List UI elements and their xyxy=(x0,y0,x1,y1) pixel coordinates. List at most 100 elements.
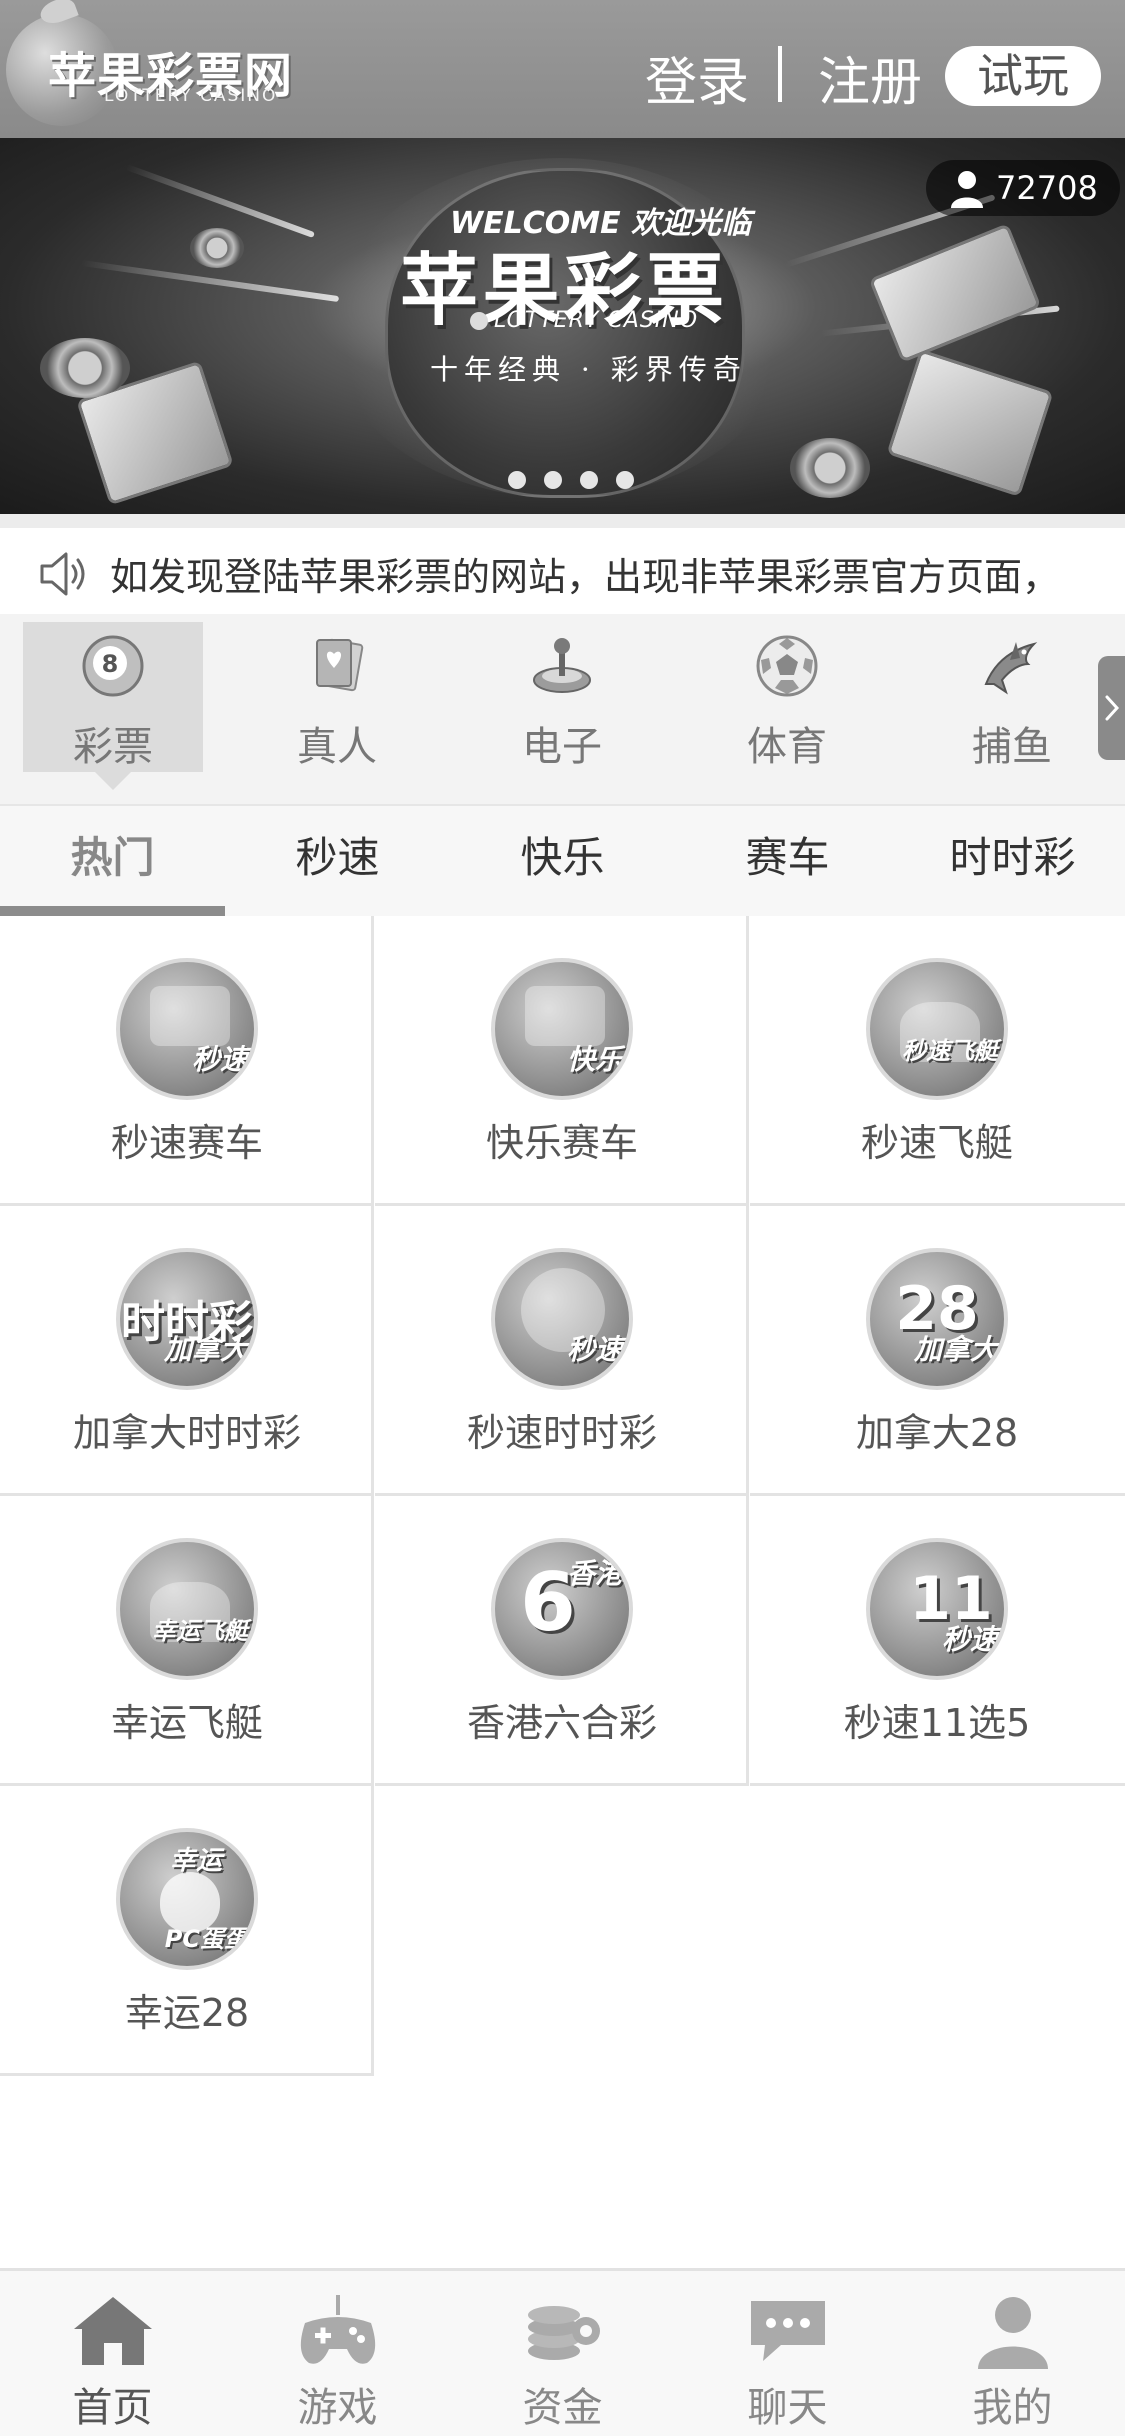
game-icon-tag: 加拿大 xyxy=(913,1333,998,1366)
game-item-happy-racing[interactable]: 快乐 快乐赛车 xyxy=(375,916,749,1206)
login-button[interactable]: 登录 xyxy=(645,40,749,115)
svg-text:8: 8 xyxy=(102,650,119,678)
casino-chip-image xyxy=(190,228,244,268)
game-icon-tag: PC蛋蛋 xyxy=(164,1925,248,1953)
game-item-fast-11x5[interactable]: 11 秒速 秒速11选5 xyxy=(750,1496,1125,1786)
gamepad-icon xyxy=(300,2295,376,2364)
category-label: 彩票 xyxy=(73,724,153,770)
category-label: 捕鱼 xyxy=(972,724,1052,770)
category-label: 真人 xyxy=(297,724,377,770)
banner-subtitle-text: LOTTERY CASINO xyxy=(494,308,699,333)
nav-funds[interactable]: 资金 xyxy=(450,2271,675,2436)
category-lottery[interactable]: 8 彩票 xyxy=(23,622,203,790)
carousel-dot[interactable] xyxy=(616,471,634,489)
trial-button[interactable]: 试玩 xyxy=(945,46,1101,106)
game-label: 香港六合彩 xyxy=(466,1701,657,1745)
game-icon-tag: 秒速 xyxy=(941,1623,998,1656)
chevron-right-icon xyxy=(1105,695,1120,721)
race-car-icon: 快乐 xyxy=(491,958,633,1100)
nav-games[interactable]: 游戏 xyxy=(225,2271,450,2436)
game-icon-tag: 秒速飞艇 xyxy=(902,1037,998,1065)
game-tabs: 热门 秒速 快乐 赛车 时时彩 xyxy=(0,804,1125,916)
checkered-flag-shape xyxy=(150,986,230,1046)
category-bar: 8 彩票 真人 电子 体育 捕鱼 xyxy=(0,614,1125,804)
nav-chat[interactable]: 聊天 xyxy=(675,2271,900,2436)
home-icon xyxy=(74,2297,152,2365)
game-item-lucky-28[interactable]: 幸运 PC蛋蛋 幸运28 xyxy=(0,1786,374,2076)
active-tab-indicator xyxy=(0,906,225,916)
nav-label: 游戏 xyxy=(297,2385,378,2431)
game-item-canada-28[interactable]: 28 加拿大 加拿大28 xyxy=(750,1206,1125,1496)
category-sports[interactable]: 体育 xyxy=(697,622,877,772)
stopwatch-icon: 秒速 xyxy=(491,1248,633,1390)
chat-icon xyxy=(751,2301,825,2361)
lottery-ball-icon: 8 xyxy=(82,635,144,697)
online-count: 72708 xyxy=(996,169,1098,207)
game-label: 秒速时时彩 xyxy=(466,1411,657,1455)
header-divider xyxy=(778,46,782,102)
coins-icon xyxy=(528,2306,600,2360)
game-item-fast-boat[interactable]: 秒速飞艇 秒速飞艇 xyxy=(750,916,1125,1206)
category-electronic[interactable]: 电子 xyxy=(472,622,652,772)
jet-ski-icon: 幸运飞艇 xyxy=(116,1538,258,1680)
category-live[interactable]: 真人 xyxy=(247,622,427,772)
carousel-dot[interactable] xyxy=(544,471,562,489)
carousel-dot[interactable] xyxy=(508,471,526,489)
tab-ssc[interactable]: 时时彩 xyxy=(900,806,1125,918)
carousel-dot[interactable] xyxy=(580,471,598,489)
game-label: 加拿大时时彩 xyxy=(72,1411,301,1455)
nav-label: 资金 xyxy=(522,2385,603,2431)
logo-dot-icon xyxy=(470,312,488,330)
game-label: 秒速11选5 xyxy=(843,1701,1031,1745)
online-count-badge: 72708 xyxy=(926,160,1120,216)
game-icon-tag: 幸运飞艇 xyxy=(152,1617,248,1645)
banner-subtitle: LOTTERY CASINO xyxy=(470,308,698,333)
register-button[interactable]: 注册 xyxy=(818,40,922,115)
game-label: 幸运28 xyxy=(124,1991,250,2035)
ssc-icon: 时时彩 加拿大 xyxy=(116,1248,258,1390)
eleven-five-icon: 11 秒速 xyxy=(866,1538,1008,1680)
tab-hot[interactable]: 热门 xyxy=(0,806,225,918)
category-label: 体育 xyxy=(747,724,827,770)
tab-racing[interactable]: 赛车 xyxy=(675,806,900,918)
user-icon xyxy=(951,171,983,208)
game-label: 秒速赛车 xyxy=(110,1121,263,1165)
casino-chip-image xyxy=(40,338,130,398)
race-car-icon: 秒速 xyxy=(116,958,258,1100)
nav-label: 我的 xyxy=(972,2385,1053,2431)
playing-card-image xyxy=(868,223,1042,363)
category-label: 电子 xyxy=(522,724,602,770)
bottom-nav: 首页 游戏 资金 聊天 我的 xyxy=(0,2268,1125,2436)
category-fishing[interactable]: 捕鱼 xyxy=(922,622,1102,772)
user-icon xyxy=(978,2297,1048,2369)
game-item-lucky-boat[interactable]: 幸运飞艇 幸运飞艇 xyxy=(0,1496,374,1786)
notice-bar[interactable]: 如发现登陆苹果彩票的网站，出现非苹果彩票官方页面， xyxy=(0,514,1125,614)
checkered-flag-shape xyxy=(525,986,605,1046)
playing-cards-icon xyxy=(316,638,364,692)
game-icon-tag: 快乐 xyxy=(566,1043,623,1076)
notice-text: 如发现登陆苹果彩票的网站，出现非苹果彩票官方页面， xyxy=(110,555,1061,599)
tab-happy[interactable]: 快乐 xyxy=(450,806,675,918)
light-streak xyxy=(125,163,315,239)
jet-ski-icon: 秒速飞艇 xyxy=(866,958,1008,1100)
mark-six-icon: 6 香港 xyxy=(491,1538,633,1680)
nav-profile[interactable]: 我的 xyxy=(900,2271,1125,2436)
soccer-ball-icon xyxy=(756,635,818,697)
game-item-fast-racing[interactable]: 秒速 秒速赛车 xyxy=(0,916,374,1206)
game-icon-tag: 香港 xyxy=(566,1557,623,1590)
logo-text-en: LOTTERY CASINO xyxy=(104,86,278,106)
game-icon-tag: 加拿大 xyxy=(163,1333,248,1366)
site-logo[interactable]: 苹果彩票网 LOTTERY CASINO xyxy=(0,0,292,138)
banner-slogan: 十年经典 · 彩界传奇 xyxy=(430,353,747,386)
game-item-hk-mark-six[interactable]: 6 香港 香港六合彩 xyxy=(375,1496,749,1786)
carousel-dots xyxy=(508,471,634,489)
game-item-canada-ssc[interactable]: 时时彩 加拿大 加拿大时时彩 xyxy=(0,1206,374,1496)
game-label: 幸运飞艇 xyxy=(110,1701,263,1745)
promo-banner[interactable]: WELCOME 欢迎光临 苹果彩票 LOTTERY CASINO 十年经典 · … xyxy=(0,138,1125,514)
nav-home[interactable]: 首页 xyxy=(0,2271,225,2436)
speaker-icon xyxy=(40,552,85,596)
tab-fast[interactable]: 秒速 xyxy=(225,806,450,918)
playing-card-image xyxy=(886,349,1054,497)
category-scroll-right[interactable] xyxy=(1098,656,1125,760)
game-item-fast-ssc[interactable]: 秒速 秒速时时彩 xyxy=(375,1206,749,1496)
